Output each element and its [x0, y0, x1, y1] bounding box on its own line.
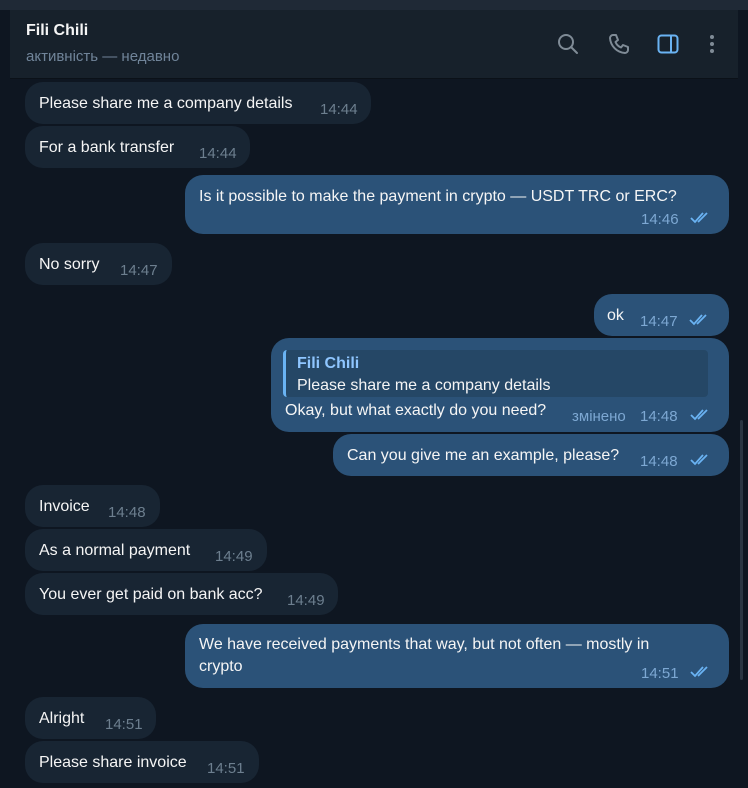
chat-status: активність — недавно: [26, 48, 180, 65]
message-time: 14:48: [108, 504, 146, 521]
message-time: 14:47: [640, 313, 678, 330]
message-text: Okay, but what exactly do you need?: [285, 402, 547, 419]
message-time: 14:44: [199, 145, 237, 162]
message-text: Can you give me an example, please?: [347, 447, 620, 464]
message-outgoing[interactable]: We have received payments that way, but …: [185, 624, 729, 688]
message-text: Please share me a company details: [39, 95, 293, 112]
search-icon[interactable]: [556, 32, 580, 56]
message-incoming[interactable]: Invoice 14:48: [25, 485, 160, 527]
message-incoming[interactable]: As a normal payment 14:49: [25, 529, 267, 571]
chat-title[interactable]: Fili Chili: [26, 22, 88, 40]
message-outgoing-reply[interactable]: Fili Chili Please share me a company det…: [271, 338, 729, 432]
more-options-icon[interactable]: [700, 32, 724, 56]
read-receipt-icon: [689, 314, 707, 326]
message-time: 14:49: [287, 592, 325, 609]
phone-icon[interactable]: [607, 32, 631, 56]
message-text: ok: [607, 307, 624, 324]
message-time: 14:49: [215, 548, 253, 565]
message-time: 14:51: [641, 665, 679, 682]
message-list[interactable]: Please share me a company details 14:44 …: [10, 79, 738, 788]
message-text: You ever get paid on bank acc?: [39, 586, 263, 603]
message-incoming[interactable]: Please share invoice 14:51: [25, 741, 259, 783]
message-outgoing[interactable]: Is it possible to make the payment in cr…: [185, 175, 729, 234]
message-time: 14:46: [641, 211, 679, 228]
chat-scrollbar[interactable]: [740, 420, 743, 680]
message-incoming[interactable]: You ever get paid on bank acc? 14:49: [25, 573, 338, 615]
chat-header: Fili Chili активність — недавно: [10, 10, 738, 79]
message-time: 14:48: [640, 453, 678, 470]
message-incoming[interactable]: No sorry 14:47: [25, 243, 172, 285]
message-outgoing[interactable]: ok 14:47: [594, 294, 729, 336]
edited-label: змінено: [572, 408, 626, 425]
message-time: 14:44: [320, 101, 358, 118]
read-receipt-icon: [690, 212, 708, 224]
read-receipt-icon: [690, 409, 708, 421]
sidebar-toggle-icon[interactable]: [656, 32, 680, 56]
message-text: Invoice: [39, 498, 90, 515]
message-time: 14:47: [120, 262, 158, 279]
message-text: Alright: [39, 710, 85, 727]
message-time: 14:48: [640, 408, 678, 425]
message-text-line1: We have received payments that way, but …: [199, 636, 650, 653]
message-text: As a normal payment: [39, 542, 191, 559]
message-time: 14:51: [105, 716, 143, 733]
reply-quote[interactable]: Fili Chili Please share me a company det…: [283, 350, 708, 397]
read-receipt-icon: [690, 454, 708, 466]
message-outgoing[interactable]: Can you give me an example, please? 14:4…: [333, 434, 729, 476]
message-text: Is it possible to make the payment in cr…: [199, 188, 677, 205]
message-incoming[interactable]: For a bank transfer 14:44: [25, 126, 250, 168]
message-text: Please share invoice: [39, 754, 187, 771]
message-incoming[interactable]: Please share me a company details 14:44: [25, 82, 371, 124]
read-receipt-icon: [690, 666, 708, 678]
message-text-line2: crypto: [199, 658, 243, 675]
window-top-strip: [0, 0, 748, 10]
reply-text: Please share me a company details: [297, 377, 551, 394]
message-time: 14:51: [207, 760, 245, 777]
message-text: No sorry: [39, 256, 100, 273]
reply-author: Fili Chili: [297, 355, 360, 372]
message-incoming[interactable]: Alright 14:51: [25, 697, 156, 739]
message-text: For a bank transfer: [39, 139, 175, 156]
